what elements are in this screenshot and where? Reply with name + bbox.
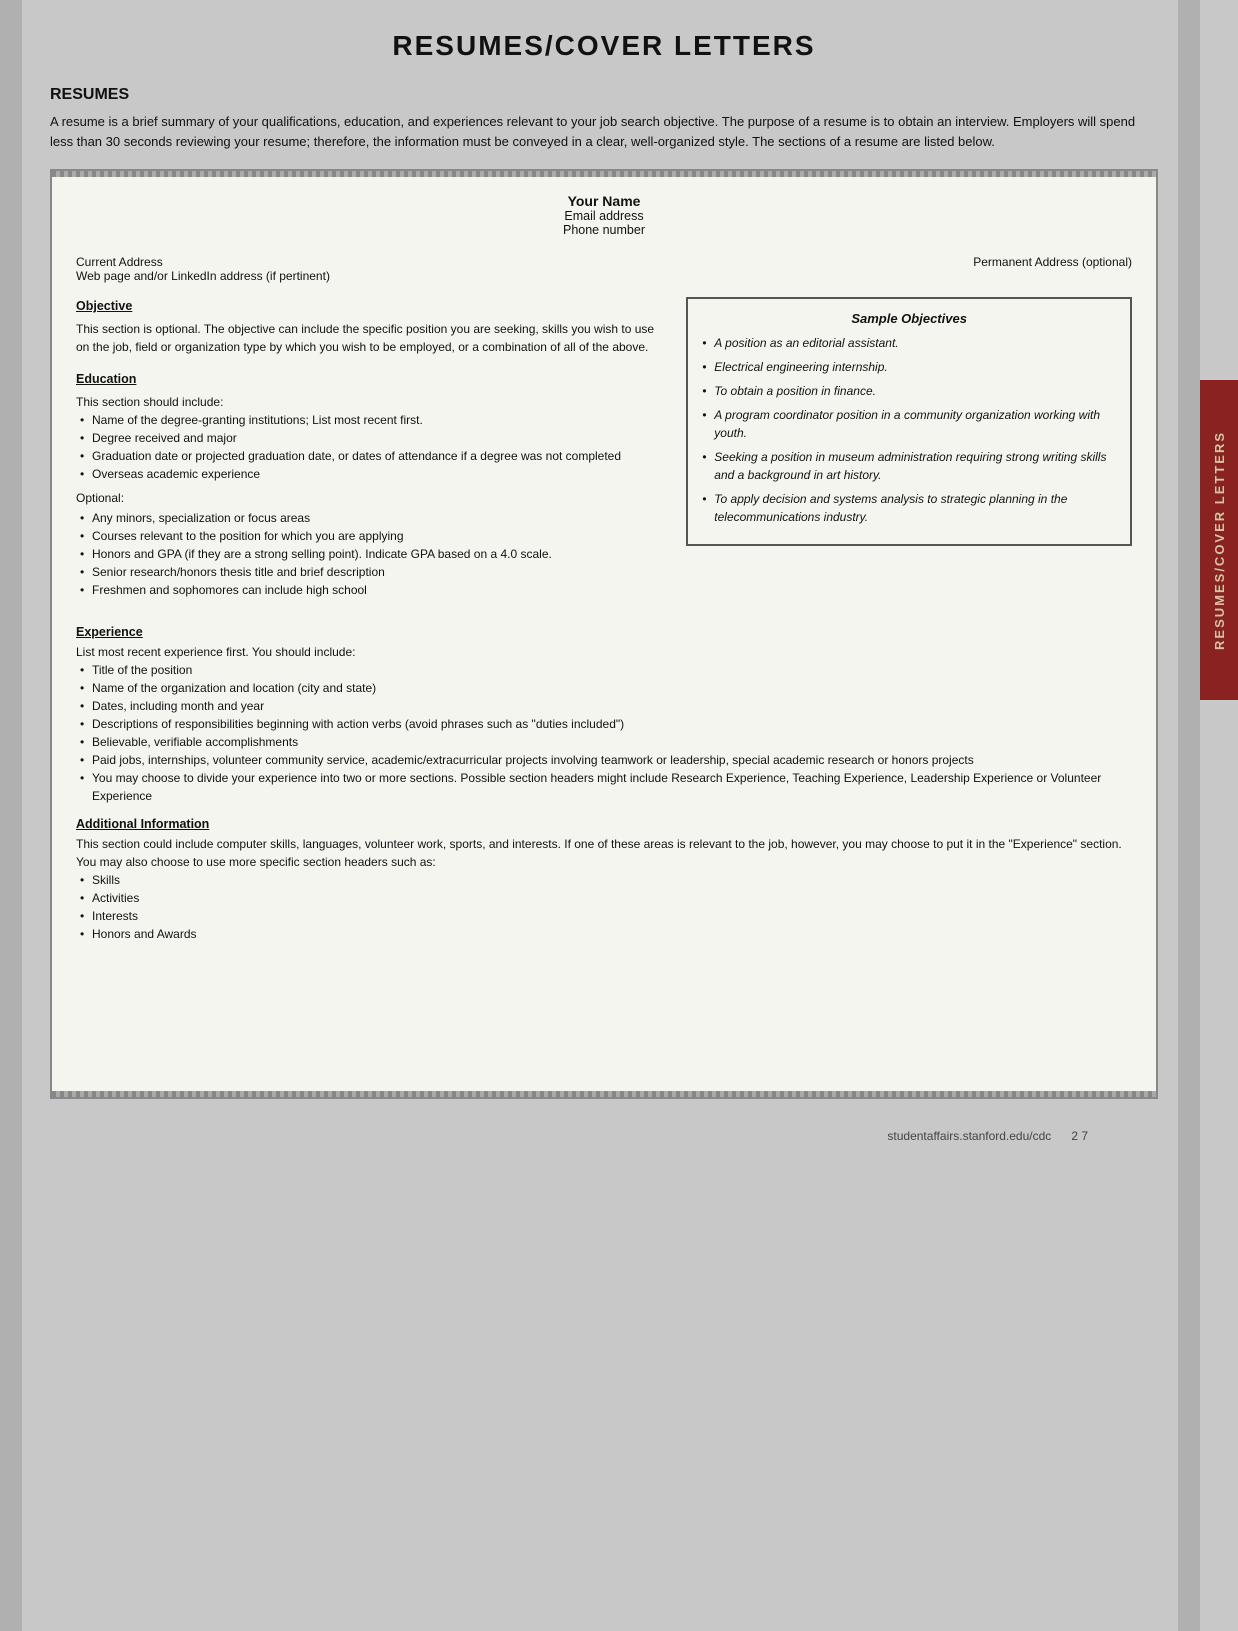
resume-phone: Phone number [76,223,1132,237]
additional-section: Additional Information This section coul… [76,817,1132,943]
resumes-heading: RESUMES [50,86,1158,104]
education-opt-5: Freshmen and sophomores can include high… [80,581,670,599]
sample-obj-6: To apply decision and systems analysis t… [702,490,1116,526]
address-left: Current Address Web page and/or LinkedIn… [76,255,330,283]
sample-obj-3: To obtain a position in finance. [702,382,1116,400]
additional-intro: This section could include computer skil… [76,835,1132,871]
add-item-3: Interests [80,907,1132,925]
sample-objectives-box: Sample Objectives A position as an edito… [686,297,1132,546]
side-tab-label: RESUMES/COVER LETTERS [1212,431,1227,650]
footer-url: studentaffairs.stanford.edu/cdc [887,1129,1051,1143]
exp-item-6: Paid jobs, internships, volunteer commun… [80,751,1132,769]
side-tab: RESUMES/COVER LETTERS [1200,380,1238,700]
add-item-1: Skills [80,871,1132,889]
exp-item-2: Name of the organization and location (c… [80,679,1132,697]
permanent-address: Permanent Address (optional) [973,255,1132,283]
education-label: Education [76,370,670,389]
exp-item-3: Dates, including month and year [80,697,1132,715]
additional-label: Additional Information [76,817,1132,831]
education-item-3: Graduation date or projected graduation … [80,447,670,465]
sample-objectives-col: Sample Objectives A position as an edito… [686,297,1132,611]
exp-item-7: You may choose to divide your experience… [80,769,1132,805]
sample-obj-5: Seeking a position in museum administrat… [702,448,1116,484]
add-item-2: Activities [80,889,1132,907]
page-title: RESUMES/COVER LETTERS [50,30,1158,62]
additional-list: Skills Activities Interests Honors and A… [76,871,1132,943]
add-item-4: Honors and Awards [80,925,1132,943]
resume-name: Your Name [76,193,1132,209]
experience-intro: List most recent experience first. You s… [76,643,1132,661]
education-section: Education This section should include: N… [76,370,670,599]
objective-two-col: Objective This section is optional. The … [76,297,1132,611]
web-address: Web page and/or LinkedIn address (if per… [76,269,330,283]
footer-page: 2 7 [1071,1129,1088,1143]
education-intro: This section should include: [76,393,670,411]
education-opt-1: Any minors, specialization or focus area… [80,509,670,527]
education-opt-2: Courses relevant to the position for whi… [80,527,670,545]
right-decorative-strip [1178,0,1200,1631]
objective-label: Objective [76,297,670,316]
resumes-section: RESUMES A resume is a brief summary of y… [50,86,1158,151]
experience-list: Title of the position Name of the organi… [76,661,1132,805]
sample-obj-2: Electrical engineering internship. [702,358,1116,376]
optional-label: Optional: [76,489,670,507]
exp-item-1: Title of the position [80,661,1132,679]
education-item-1: Name of the degree-granting institutions… [80,411,670,429]
experience-section: Experience List most recent experience f… [76,625,1132,805]
sample-obj-1: A position as an editorial assistant. [702,334,1116,352]
exp-item-4: Descriptions of responsibilities beginni… [80,715,1132,733]
resumes-intro: A resume is a brief summary of your qual… [50,112,1158,151]
page-footer: studentaffairs.stanford.edu/cdc 2 7 [50,1119,1158,1153]
education-optional-list: Any minors, specialization or focus area… [76,509,670,599]
left-decorative-strip [0,0,22,1631]
experience-label: Experience [76,625,1132,639]
current-address-label: Current Address [76,255,330,269]
resume-template-box: Your Name Email address Phone number Cur… [50,169,1158,1099]
resume-email: Email address [76,209,1132,223]
resume-box-spacer [76,955,1132,1075]
objective-text: This section is optional. The objective … [76,320,670,356]
education-opt-3: Honors and GPA (if they are a strong sel… [80,545,670,563]
sample-obj-4: A program coordinator position in a comm… [702,406,1116,442]
sample-objectives-list: A position as an editorial assistant. El… [702,334,1116,526]
objective-col-left: Objective This section is optional. The … [76,297,670,611]
address-row: Current Address Web page and/or LinkedIn… [76,255,1132,283]
education-item-4: Overseas academic experience [80,465,670,483]
sample-objectives-title: Sample Objectives [702,311,1116,326]
education-item-2: Degree received and major [80,429,670,447]
education-opt-4: Senior research/honors thesis title and … [80,563,670,581]
exp-item-5: Believable, verifiable accomplishments [80,733,1132,751]
education-list: Name of the degree-granting institutions… [76,411,670,483]
resume-header: Your Name Email address Phone number [76,193,1132,237]
